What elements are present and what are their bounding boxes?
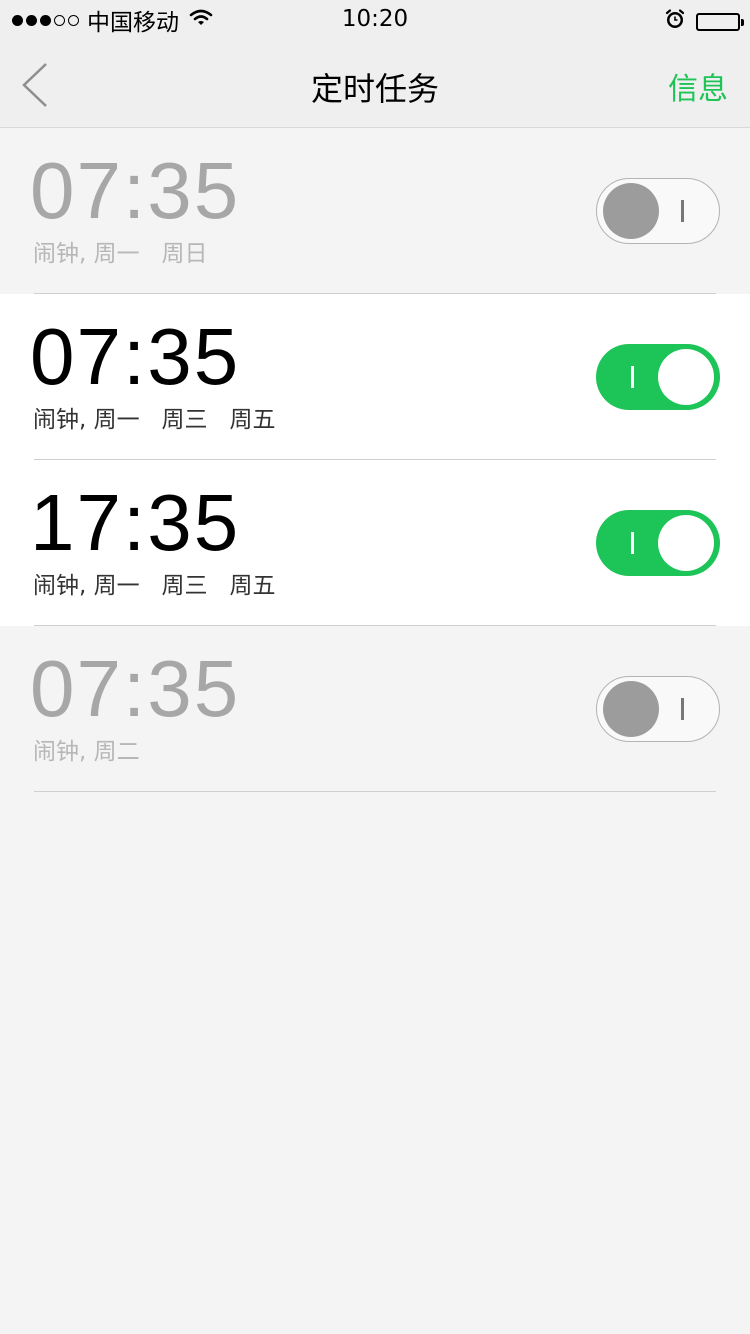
toggle-knob — [603, 681, 659, 737]
status-bar-right — [664, 8, 744, 35]
page-title: 定时任务 — [310, 70, 439, 108]
toggle-knob — [658, 349, 714, 405]
info-button[interactable]: 信息 — [668, 64, 728, 108]
status-bar: 中国移动 10:20 — [0, 0, 750, 40]
divider — [34, 791, 716, 792]
toggle-mark — [681, 698, 684, 720]
alarm-repeat-label: 闹钟, 周二 — [33, 739, 140, 765]
battery-icon — [696, 12, 744, 31]
alarm-toggle[interactable] — [596, 676, 720, 742]
alarm-time: 07:35 — [30, 312, 241, 401]
alarm-toggle[interactable] — [596, 510, 720, 576]
back-button[interactable] — [14, 60, 64, 110]
alarm-repeat-label: 闹钟, 周一 周日 — [33, 241, 208, 267]
toggle-mark — [631, 532, 634, 554]
alarm-row[interactable]: 07:35 闹钟, 周一 周日 — [0, 128, 750, 294]
alarm-list: 07:35 闹钟, 周一 周日 07:35 闹钟, 周一 周三 周五 17:35… — [0, 128, 750, 792]
toggle-mark — [631, 366, 634, 388]
alarm-row[interactable]: 07:35 闹钟, 周一 周三 周五 — [0, 294, 750, 460]
alarm-time: 07:35 — [30, 644, 241, 733]
alarm-toggle[interactable] — [596, 344, 720, 410]
alarm-repeat-label: 闹钟, 周一 周三 周五 — [33, 573, 276, 599]
alarm-clock-icon — [664, 8, 686, 35]
toggle-mark — [681, 200, 684, 222]
alarm-row[interactable]: 17:35 闹钟, 周一 周三 周五 — [0, 460, 750, 626]
alarm-time: 07:35 — [30, 146, 241, 235]
alarm-row[interactable]: 07:35 闹钟, 周二 — [0, 626, 750, 792]
chevron-left-icon — [22, 63, 47, 107]
alarm-repeat-label: 闹钟, 周一 周三 周五 — [33, 407, 276, 433]
alarm-time: 17:35 — [30, 478, 241, 567]
status-time: 10:20 — [341, 6, 409, 32]
navigation-bar: 定时任务 信息 — [0, 40, 750, 128]
toggle-knob — [658, 515, 714, 571]
toggle-knob — [603, 183, 659, 239]
alarm-toggle[interactable] — [596, 178, 720, 244]
